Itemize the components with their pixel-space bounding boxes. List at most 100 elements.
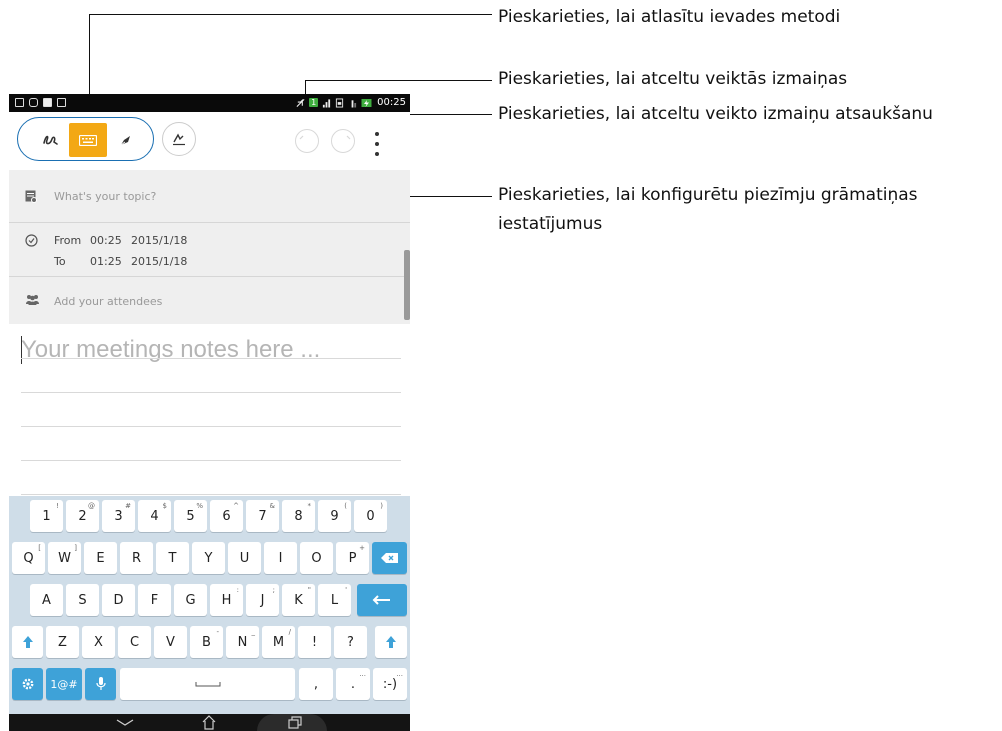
- key-k[interactable]: K ": [282, 584, 315, 616]
- handwriting-mode-button[interactable]: [32, 123, 70, 157]
- notes-area[interactable]: Your meetings notes here ...: [9, 324, 410, 496]
- key-v[interactable]: V: [154, 626, 187, 658]
- key-label: 0: [366, 508, 375, 524]
- draw-button[interactable]: [162, 122, 196, 156]
- key-secondary-label: ^: [233, 502, 239, 510]
- shift-left-key[interactable]: [12, 626, 43, 658]
- topic-row[interactable]: What's your topic?: [9, 170, 410, 222]
- key-f[interactable]: F: [138, 584, 171, 616]
- key-y[interactable]: Y: [192, 542, 225, 574]
- notes-line: [21, 426, 401, 427]
- keyboard-mode-button[interactable]: [69, 123, 107, 157]
- smiley-key[interactable]: :-) ...: [373, 668, 407, 700]
- key-label: 4: [150, 508, 159, 524]
- microphone-icon: [95, 677, 106, 690]
- key-secondary-label: _: [251, 628, 256, 636]
- period-key[interactable]: . ...: [336, 668, 370, 700]
- key-q[interactable]: Q[: [12, 542, 45, 574]
- key-label: 2: [78, 508, 87, 524]
- to-label: To: [54, 255, 66, 268]
- key-secondary-label: @: [88, 502, 95, 510]
- space-key[interactable]: [120, 668, 295, 700]
- key-9[interactable]: 9(: [318, 500, 351, 532]
- key-l[interactable]: L ': [318, 584, 351, 616]
- key-2[interactable]: 2 @: [66, 500, 99, 532]
- time-row[interactable]: From 00:25 2015/1/18 To 01:25 2015/1/18: [9, 223, 410, 275]
- from-date[interactable]: 2015/1/18: [131, 234, 187, 247]
- key-t[interactable]: T: [156, 542, 189, 574]
- key-c[interactable]: C: [118, 626, 151, 658]
- attendees-input[interactable]: Add your attendees: [54, 295, 162, 308]
- key-8[interactable]: 8 *: [282, 500, 315, 532]
- key-n[interactable]: N _: [226, 626, 259, 658]
- key-a[interactable]: A: [30, 584, 63, 616]
- key-i[interactable]: I: [264, 542, 297, 574]
- key-s[interactable]: S: [66, 584, 99, 616]
- key-u[interactable]: U: [228, 542, 261, 574]
- key-z[interactable]: Z: [46, 626, 79, 658]
- key-label: S: [78, 592, 87, 608]
- scrollbar[interactable]: [404, 250, 410, 320]
- attendees-row[interactable]: Add your attendees: [9, 277, 410, 324]
- key-label: 1: [42, 508, 51, 524]
- key-secondary-label: $: [162, 502, 167, 510]
- undo-button[interactable]: [295, 129, 319, 153]
- recent-apps-icon[interactable]: [288, 716, 302, 729]
- callout-input-method-text: Pieskarieties, lai atlasītu ievades meto…: [498, 7, 841, 27]
- settings-key[interactable]: [12, 668, 43, 700]
- back-icon[interactable]: [116, 719, 134, 727]
- to-time[interactable]: 01:25: [90, 255, 122, 268]
- key-h[interactable]: H:: [210, 584, 243, 616]
- voice-input-key[interactable]: [85, 668, 116, 700]
- key-3[interactable]: 3 #: [102, 500, 135, 532]
- key-label: H: [221, 592, 232, 608]
- mute-icon: [296, 98, 305, 107]
- symbols-key[interactable]: 1@#: [46, 668, 82, 700]
- backspace-key[interactable]: [372, 542, 407, 574]
- topic-input[interactable]: What's your topic?: [54, 190, 156, 203]
- notes-placeholder[interactable]: Your meetings notes here ...: [21, 336, 320, 364]
- key-question[interactable]: ?: [334, 626, 367, 658]
- key-x[interactable]: X: [82, 626, 115, 658]
- key-exclamation[interactable]: !: [298, 626, 331, 658]
- pen-icon: [120, 136, 130, 146]
- key-secondary-label: #: [125, 502, 131, 510]
- key-4[interactable]: 4 $: [138, 500, 171, 532]
- key-d[interactable]: D: [102, 584, 135, 616]
- key-secondary-label: [: [38, 544, 41, 552]
- key-label: Q: [23, 550, 34, 566]
- redo-button[interactable]: [331, 129, 355, 153]
- key-5[interactable]: 5%: [174, 500, 207, 532]
- key-e[interactable]: E: [84, 542, 117, 574]
- shift-right-key[interactable]: [375, 626, 407, 658]
- enter-key[interactable]: [357, 584, 407, 616]
- key-j[interactable]: J;: [246, 584, 279, 616]
- key-6[interactable]: 6 ^: [210, 500, 243, 532]
- from-time[interactable]: 00:25: [90, 234, 122, 247]
- key-1[interactable]: 1!: [30, 500, 63, 532]
- status-bar: 1 00:25: [9, 94, 410, 112]
- comma-key[interactable]: ,: [299, 668, 333, 700]
- pen-mode-button[interactable]: [107, 123, 145, 157]
- key-label: M: [272, 634, 285, 650]
- key-g[interactable]: G: [174, 584, 207, 616]
- key-label: ?: [347, 634, 354, 650]
- more-options-button[interactable]: [371, 132, 383, 156]
- key-m[interactable]: M /: [262, 626, 295, 658]
- key-r[interactable]: R: [120, 542, 153, 574]
- key-p[interactable]: P +: [336, 542, 369, 574]
- key-label: 3: [114, 508, 123, 524]
- key-w[interactable]: W]: [48, 542, 81, 574]
- home-icon[interactable]: [201, 714, 217, 730]
- key-o[interactable]: O: [300, 542, 333, 574]
- key-7[interactable]: 7 &: [246, 500, 279, 532]
- navigation-bar: [9, 714, 410, 731]
- key-b[interactable]: B-: [190, 626, 223, 658]
- key-0[interactable]: 0): [354, 500, 387, 532]
- callout-redo-text: Pieskarieties, lai atceltu veikto izmaiņ…: [498, 104, 933, 124]
- attendees-icon: [26, 295, 39, 305]
- key-label: A: [42, 592, 51, 608]
- to-date[interactable]: 2015/1/18: [131, 255, 187, 268]
- sim-card-icon: [336, 98, 344, 107]
- period-label: .: [350, 676, 356, 692]
